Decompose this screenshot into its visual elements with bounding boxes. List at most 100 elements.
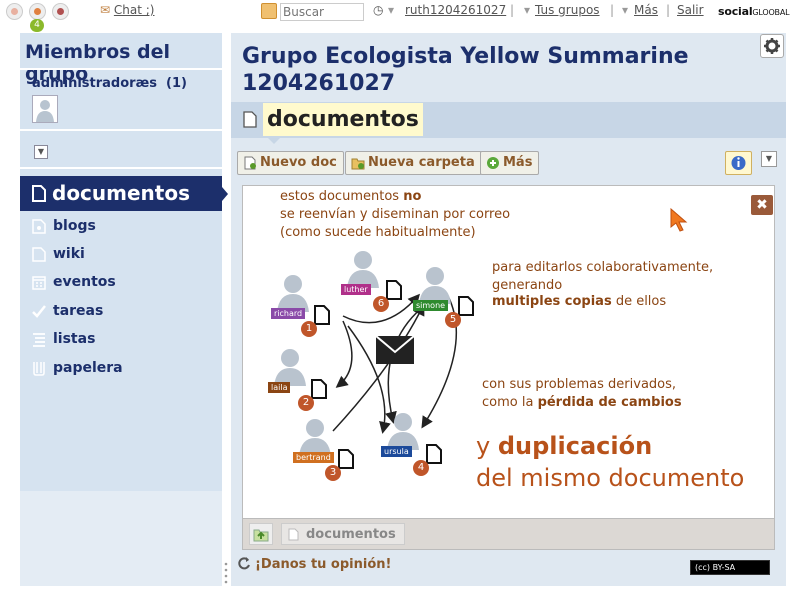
sidebar-item-label: wiki <box>53 246 85 262</box>
note-line: se reenvían y diseminan por correo <box>280 207 511 222</box>
headline-same-doc: del mismo documento <box>476 464 745 492</box>
step-number: 4 <box>413 460 429 476</box>
user-link[interactable]: ruth1204261027 <box>405 3 506 17</box>
document-icon <box>425 443 443 465</box>
document-icon <box>310 378 328 400</box>
step-number: 3 <box>325 465 341 481</box>
resize-handle[interactable] <box>222 560 230 588</box>
search-icon[interactable] <box>261 3 277 19</box>
step-number: 1 <box>301 321 317 337</box>
close-illustration-button[interactable]: ✖ <box>751 195 773 215</box>
note-line: con sus problemas derivados, <box>482 377 677 392</box>
headline-duplication: y duplicación <box>476 432 653 460</box>
person-name-label: simone <box>413 300 449 311</box>
documents-illustration: estos documentos no se reenvían y disemi… <box>242 185 775 550</box>
tab-documentos[interactable]: documentos <box>263 103 423 136</box>
notification-count-badge: 4 <box>30 19 44 32</box>
divider <box>20 68 222 70</box>
info-button[interactable] <box>725 151 752 175</box>
mouse-cursor-icon <box>670 208 688 232</box>
document-icon <box>337 448 355 470</box>
note-no-forward: estos documentos no <box>280 189 422 204</box>
folder-up-icon <box>253 529 269 542</box>
refresh-icon <box>238 557 250 570</box>
admins-count: (1) <box>166 76 187 91</box>
up-folder-button[interactable] <box>249 523 273 545</box>
notifications-icon[interactable] <box>29 3 46 20</box>
sidebar-item-label: listas <box>53 331 96 347</box>
active-indicator <box>222 187 228 201</box>
divider <box>20 167 222 169</box>
divider: | <box>610 3 615 17</box>
person-name-label: laila <box>268 382 291 393</box>
sidebar-dropdown-button[interactable]: ▼ <box>34 145 48 159</box>
blog-icon <box>32 219 46 234</box>
feedback-link[interactable]: ¡Danos tu opinión! <box>255 557 391 572</box>
info-icon <box>731 156 746 170</box>
tab-pointer <box>268 138 280 144</box>
more-link[interactable]: Más <box>634 3 658 17</box>
sidebar: Miembros del grupo administradoræs (1) ▼… <box>20 33 228 586</box>
license-badge[interactable]: (cc) BY-SA <box>690 560 770 575</box>
admins-link[interactable]: administradoræs <box>32 76 157 91</box>
sidebar-item-label: tareas <box>53 303 104 319</box>
chat-link[interactable]: ✉ Chat ;) <box>100 3 154 17</box>
home-icon[interactable] <box>6 3 23 20</box>
list-icon <box>33 333 45 347</box>
document-icon <box>457 295 475 317</box>
breadcrumb[interactable]: documentos <box>281 523 405 545</box>
page-title: Grupo Ecologista Yellow Summarine 120426… <box>242 44 689 96</box>
main-panel: Grupo Ecologista Yellow Summarine 120426… <box>231 33 786 586</box>
logout-link[interactable]: Salir <box>677 3 704 17</box>
document-icon <box>32 185 46 202</box>
person-name-label: ursula <box>381 446 412 457</box>
checkmark-icon <box>32 305 46 318</box>
sidebar-item-label: documentos <box>52 181 190 205</box>
groups-drop-arrow[interactable]: ▾ <box>524 3 530 17</box>
options-dropdown-button[interactable]: ▼ <box>761 151 777 167</box>
new-folder-icon <box>351 158 365 170</box>
document-icon <box>243 111 257 128</box>
chat-icon: ✉ <box>100 3 111 17</box>
note-line: (como sucede habitualmente) <box>280 225 476 240</box>
tab-bar: documentos <box>231 102 786 138</box>
note-lost-changes: como la pérdida de cambios <box>482 395 682 410</box>
person-name-label: bertrand <box>293 452 334 463</box>
wiki-icon <box>32 247 46 262</box>
sidebar-item-documentos[interactable]: documentos <box>20 176 228 211</box>
plus-icon <box>487 157 499 169</box>
document-icon <box>385 279 403 301</box>
person-name-label: richard <box>271 308 306 319</box>
new-folder-button[interactable]: Nueva carpeta <box>345 151 482 175</box>
document-icon <box>313 304 331 326</box>
note-multiple-copies: multiples copias de ellos <box>492 294 667 309</box>
content-footer: documentos <box>242 518 775 550</box>
sidebar-item-label: blogs <box>53 218 96 234</box>
gear-icon <box>764 38 780 54</box>
more-button[interactable]: Más <box>480 151 540 175</box>
user-drop-arrow[interactable]: ▾ <box>388 3 394 17</box>
new-doc-icon <box>244 156 256 170</box>
search-input[interactable] <box>280 3 364 21</box>
step-number: 2 <box>298 395 314 411</box>
new-doc-button[interactable]: Nuevo doc <box>237 151 344 175</box>
sidebar-footer <box>20 491 222 586</box>
more-drop-arrow[interactable]: ▾ <box>622 3 628 17</box>
top-bar: 4 ✉ Chat ;) ◷ ▾ ruth1204261027 | ▾ Tus g… <box>0 0 806 32</box>
settings-button[interactable] <box>760 34 784 58</box>
groups-link[interactable]: Tus grupos <box>535 3 600 17</box>
divider <box>20 129 222 131</box>
document-icon <box>288 528 299 541</box>
step-number: 6 <box>373 296 389 312</box>
note-line: para editarlos colaborativamente, <box>492 260 714 275</box>
user-clock-icon: ◷ <box>373 3 384 17</box>
avatar[interactable] <box>32 95 58 123</box>
divider: | <box>510 3 515 17</box>
groups-icon[interactable] <box>52 3 69 20</box>
sidebar-item-label: eventos <box>53 274 116 290</box>
step-number: 5 <box>445 312 461 328</box>
calendar-icon <box>32 276 46 290</box>
trash-icon <box>33 362 45 376</box>
social-global-logo[interactable]: socialGLOOBAL <box>718 5 790 18</box>
sidebar-item-label: papelera <box>53 360 123 376</box>
